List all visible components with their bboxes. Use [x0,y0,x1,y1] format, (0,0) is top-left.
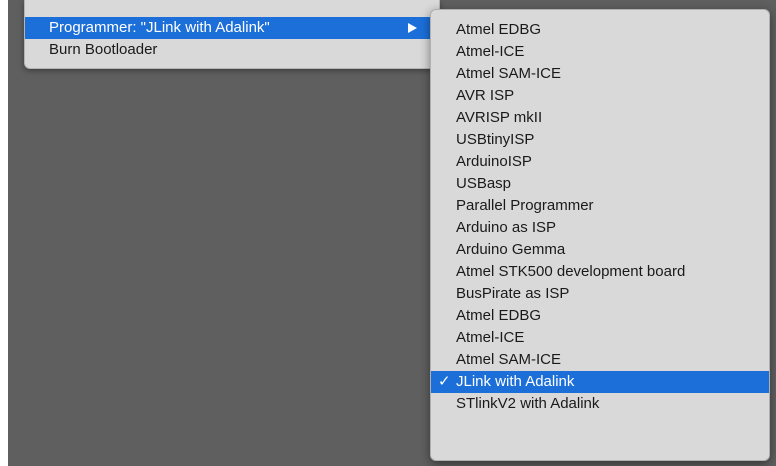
tools-menu: Programmer: "JLink with Adalink" Burn Bo… [24,0,440,69]
submenu-item-label: ArduinoISP [456,153,532,170]
submenu-item-label: USBtinyISP [456,131,535,148]
arrow-right-icon [408,23,417,33]
menu-item-label: Programmer: "JLink with Adalink" [49,19,270,36]
submenu-item[interactable]: AVRISP mkII [431,107,769,129]
submenu-item-label: Atmel SAM-ICE [456,351,562,368]
submenu-item[interactable]: ArduinoISP [431,151,769,173]
menu-item-burn-bootloader[interactable]: Burn Bootloader [25,39,439,61]
submenu-item[interactable]: Parallel Programmer [431,195,769,217]
submenu-item-label: STlinkV2 with Adalink [456,395,600,412]
submenu-item-label: Parallel Programmer [456,197,594,214]
submenu-item[interactable]: Atmel EDBG [431,305,769,327]
submenu-item[interactable]: Atmel-ICE [431,327,769,349]
menu-top-edge [25,0,439,17]
submenu-item-label: USBasp [456,175,512,192]
submenu-item-label: JLink with Adalink [456,373,575,390]
submenu-item-label: Arduino Gemma [456,241,566,258]
submenu-item-label: Atmel-ICE [456,43,525,60]
submenu-item-label: Atmel SAM-ICE [456,65,562,82]
submenu-item-label: Atmel STK500 development board [456,263,686,280]
submenu-item[interactable]: Atmel SAM-ICE [431,63,769,85]
submenu-item[interactable]: Atmel-ICE [431,41,769,63]
submenu-item[interactable]: Atmel STK500 development board [431,261,769,283]
menu-item-label: Burn Bootloader [49,41,158,58]
checkmark-icon: ✓ [438,373,451,390]
submenu-item[interactable]: USBasp [431,173,769,195]
submenu-item-label: AVR ISP [456,87,515,104]
submenu-item-label: Atmel EDBG [456,21,542,38]
submenu-item-label: BusPirate as ISP [456,285,570,302]
submenu-item[interactable]: ✓ JLink with Adalink [431,371,769,393]
programmer-submenu: Atmel EDBG Atmel-ICE Atmel SAM-ICE AVR ISP A… [430,9,770,461]
submenu-item-label: Atmel-ICE [456,329,525,346]
submenu-item[interactable]: Arduino as ISP [431,217,769,239]
submenu-item-label: Atmel EDBG [456,307,542,324]
submenu-item[interactable]: AVR ISP [431,85,769,107]
menu-item-programmer[interactable]: Programmer: "JLink with Adalink" [25,17,439,39]
submenu-item[interactable]: Atmel EDBG [431,19,769,41]
submenu-item-label: Arduino as ISP [456,219,557,236]
submenu-item-label: AVRISP mkII [456,109,543,126]
submenu-item[interactable]: USBtinyISP [431,129,769,151]
programmer-list: Atmel EDBG Atmel-ICE Atmel SAM-ICE AVR ISP A… [431,19,769,415]
submenu-item[interactable]: BusPirate as ISP [431,283,769,305]
submenu-item[interactable]: STlinkV2 with Adalink [431,393,769,415]
submenu-item[interactable]: Arduino Gemma [431,239,769,261]
submenu-item[interactable]: Atmel SAM-ICE [431,349,769,371]
